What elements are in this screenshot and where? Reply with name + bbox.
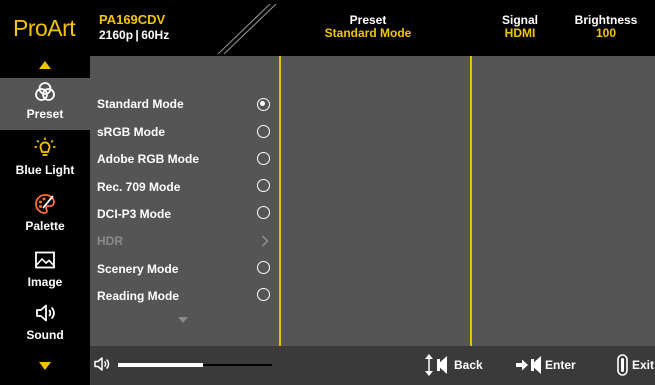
nav-label-preset: Preset (26, 107, 64, 121)
option-adobe-rgb-mode[interactable]: Adobe RGB Mode (97, 152, 199, 166)
nav-label-image: Image (27, 275, 63, 289)
preset-options-panel: Standard Mode sRGB Mode Adobe RGB Mode R… (90, 56, 279, 346)
image-icon (35, 251, 55, 269)
volume-slider-fill (118, 363, 203, 367)
option-scenery-mode[interactable]: Scenery Mode (97, 262, 178, 276)
model-name: PA169CDV (99, 12, 166, 27)
radio-srgb-mode[interactable] (257, 125, 270, 138)
nav-item-palette[interactable]: Palette (0, 190, 90, 242)
nav-item-preset[interactable]: Preset (0, 78, 90, 130)
nav-item-sound[interactable]: Sound (0, 299, 90, 351)
preset-icon (35, 82, 55, 101)
sound-icon (36, 304, 55, 322)
option-rec709-mode[interactable]: Rec. 709 Mode (97, 180, 180, 194)
osd-footer: Back Enter Exit (90, 346, 655, 385)
nav-item-blue-light[interactable]: Blue Light (0, 134, 90, 186)
header-brightness-value: 100 (595, 26, 617, 40)
radio-standard-mode[interactable] (257, 98, 270, 111)
option-standard-mode[interactable]: Standard Mode (97, 97, 184, 111)
header-preset: Preset Standard Mode (318, 14, 418, 40)
enter-button[interactable]: Enter (516, 354, 586, 376)
header-signal: Signal HDMI (490, 14, 550, 40)
back-joystick-icon (425, 354, 447, 376)
palette-icon (35, 194, 55, 214)
nav-label-sound: Sound (26, 328, 64, 342)
radio-rec709-mode[interactable] (257, 179, 270, 192)
option-dci-p3-mode[interactable]: DCI-P3 Mode (97, 207, 171, 221)
scroll-down-icon[interactable] (178, 317, 188, 323)
resolution-info: 2160p | 60Hz (99, 28, 170, 42)
header-divider-slash (217, 3, 277, 55)
radio-dci-p3-mode[interactable] (257, 206, 270, 219)
volume-icon (94, 357, 110, 371)
header-preset-value: Standard Mode (324, 26, 412, 40)
radio-adobe-rgb-mode[interactable] (257, 152, 270, 165)
enter-joystick-icon (516, 356, 541, 374)
osd-header: ProArt PA169CDV 2160p | 60Hz Preset Stan… (0, 0, 655, 56)
option-srgb-mode[interactable]: sRGB Mode (97, 125, 165, 139)
radio-scenery-mode[interactable] (257, 261, 270, 274)
enter-label: Enter (545, 358, 576, 372)
chevron-right-icon (261, 235, 269, 247)
back-button[interactable]: Back (425, 354, 485, 376)
option-reading-mode[interactable]: Reading Mode (97, 289, 179, 303)
blue-light-icon (34, 137, 56, 156)
exit-label: Exit (632, 358, 655, 372)
submenu-panel-2 (472, 56, 655, 346)
nav-up-arrow-icon[interactable] (39, 61, 51, 69)
nav-label-blue-light: Blue Light (15, 163, 75, 177)
nav-down-arrow-icon[interactable] (39, 362, 51, 370)
header-brightness: Brightness 100 (566, 14, 646, 40)
header-signal-value: HDMI (504, 26, 536, 40)
nav-label-palette: Palette (25, 219, 65, 233)
volume-slider[interactable] (118, 363, 272, 367)
side-nav: Preset Blue Light Palette Image Sound (0, 56, 90, 385)
submenu-panel (281, 56, 470, 346)
back-label: Back (454, 358, 483, 372)
option-hdr: HDR (97, 234, 123, 248)
exit-button[interactable]: Exit (617, 354, 655, 376)
proart-logo: ProArt (13, 15, 76, 41)
power-button-icon (617, 354, 628, 376)
nav-item-image[interactable]: Image (0, 246, 90, 298)
radio-reading-mode[interactable] (257, 288, 270, 301)
